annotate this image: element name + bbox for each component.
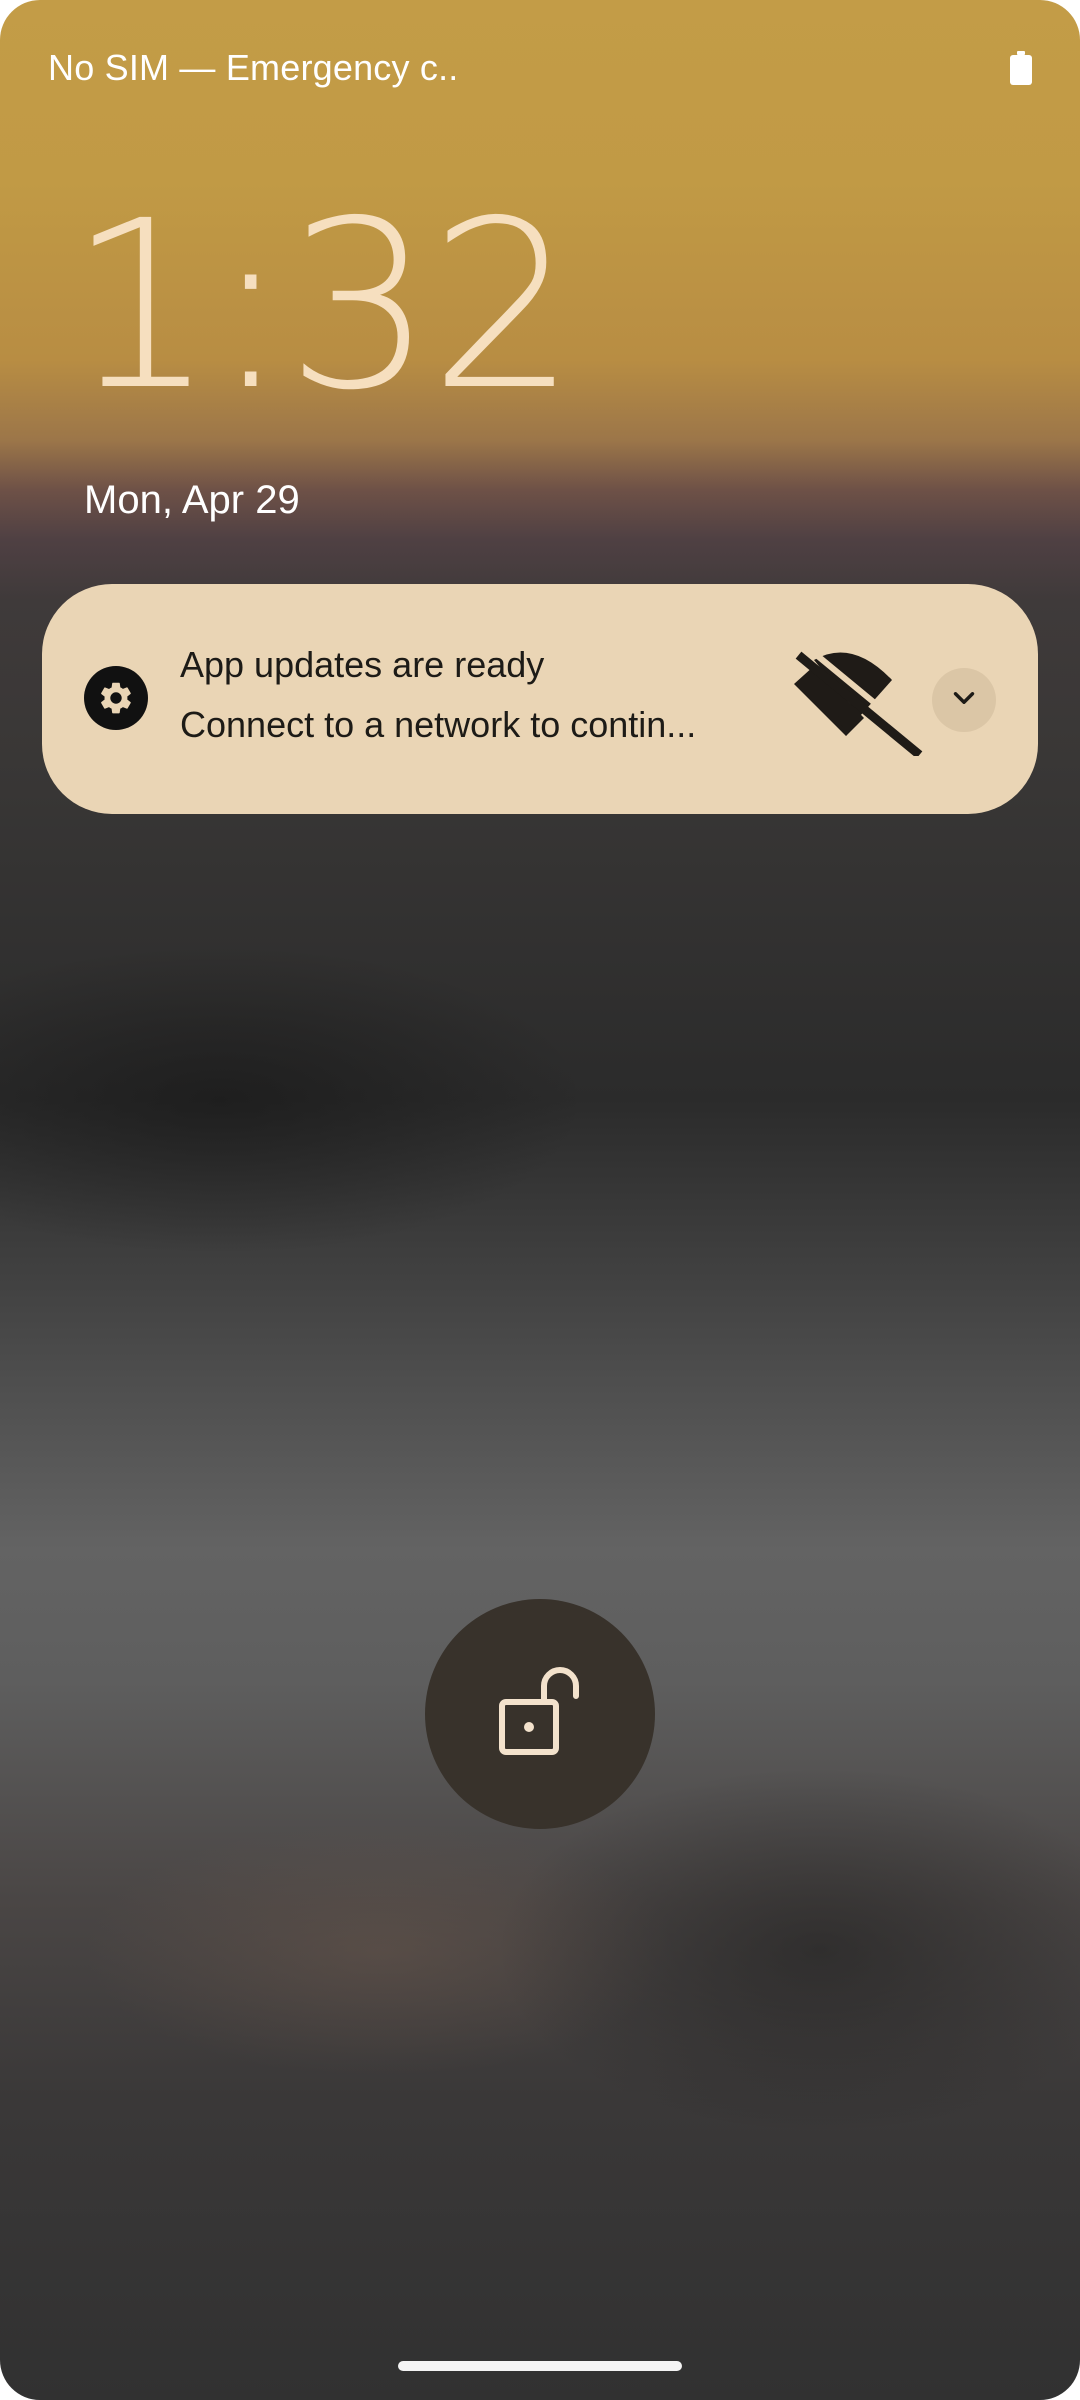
carrier-label: No SIM — Emergency c..: [48, 47, 459, 88]
lockscreen-date: Mon, Apr 29: [84, 478, 300, 522]
battery-icon: [1010, 51, 1032, 85]
lockscreen-clock: 1:32: [68, 171, 577, 441]
settings-gear-icon: [84, 666, 148, 730]
wifi-off-icon: [764, 644, 924, 759]
chevron-down-icon: [947, 681, 981, 720]
notification-text: Connect to a network to contin...: [180, 704, 697, 745]
unlock-button[interactable]: [425, 1599, 655, 1829]
status-bar: No SIM — Emergency c..: [48, 40, 1032, 96]
lock-open-icon: [494, 1664, 586, 1765]
notification-title: App updates are ready: [180, 644, 545, 685]
lock-screen: No SIM — Emergency c.. 1:32 Mon, Apr 29 …: [0, 0, 1080, 2400]
notification-expand-button[interactable]: [932, 668, 996, 732]
home-indicator[interactable]: [398, 2361, 682, 2371]
notification-card[interactable]: App updates are ready Connect to a netwo…: [42, 584, 1038, 814]
